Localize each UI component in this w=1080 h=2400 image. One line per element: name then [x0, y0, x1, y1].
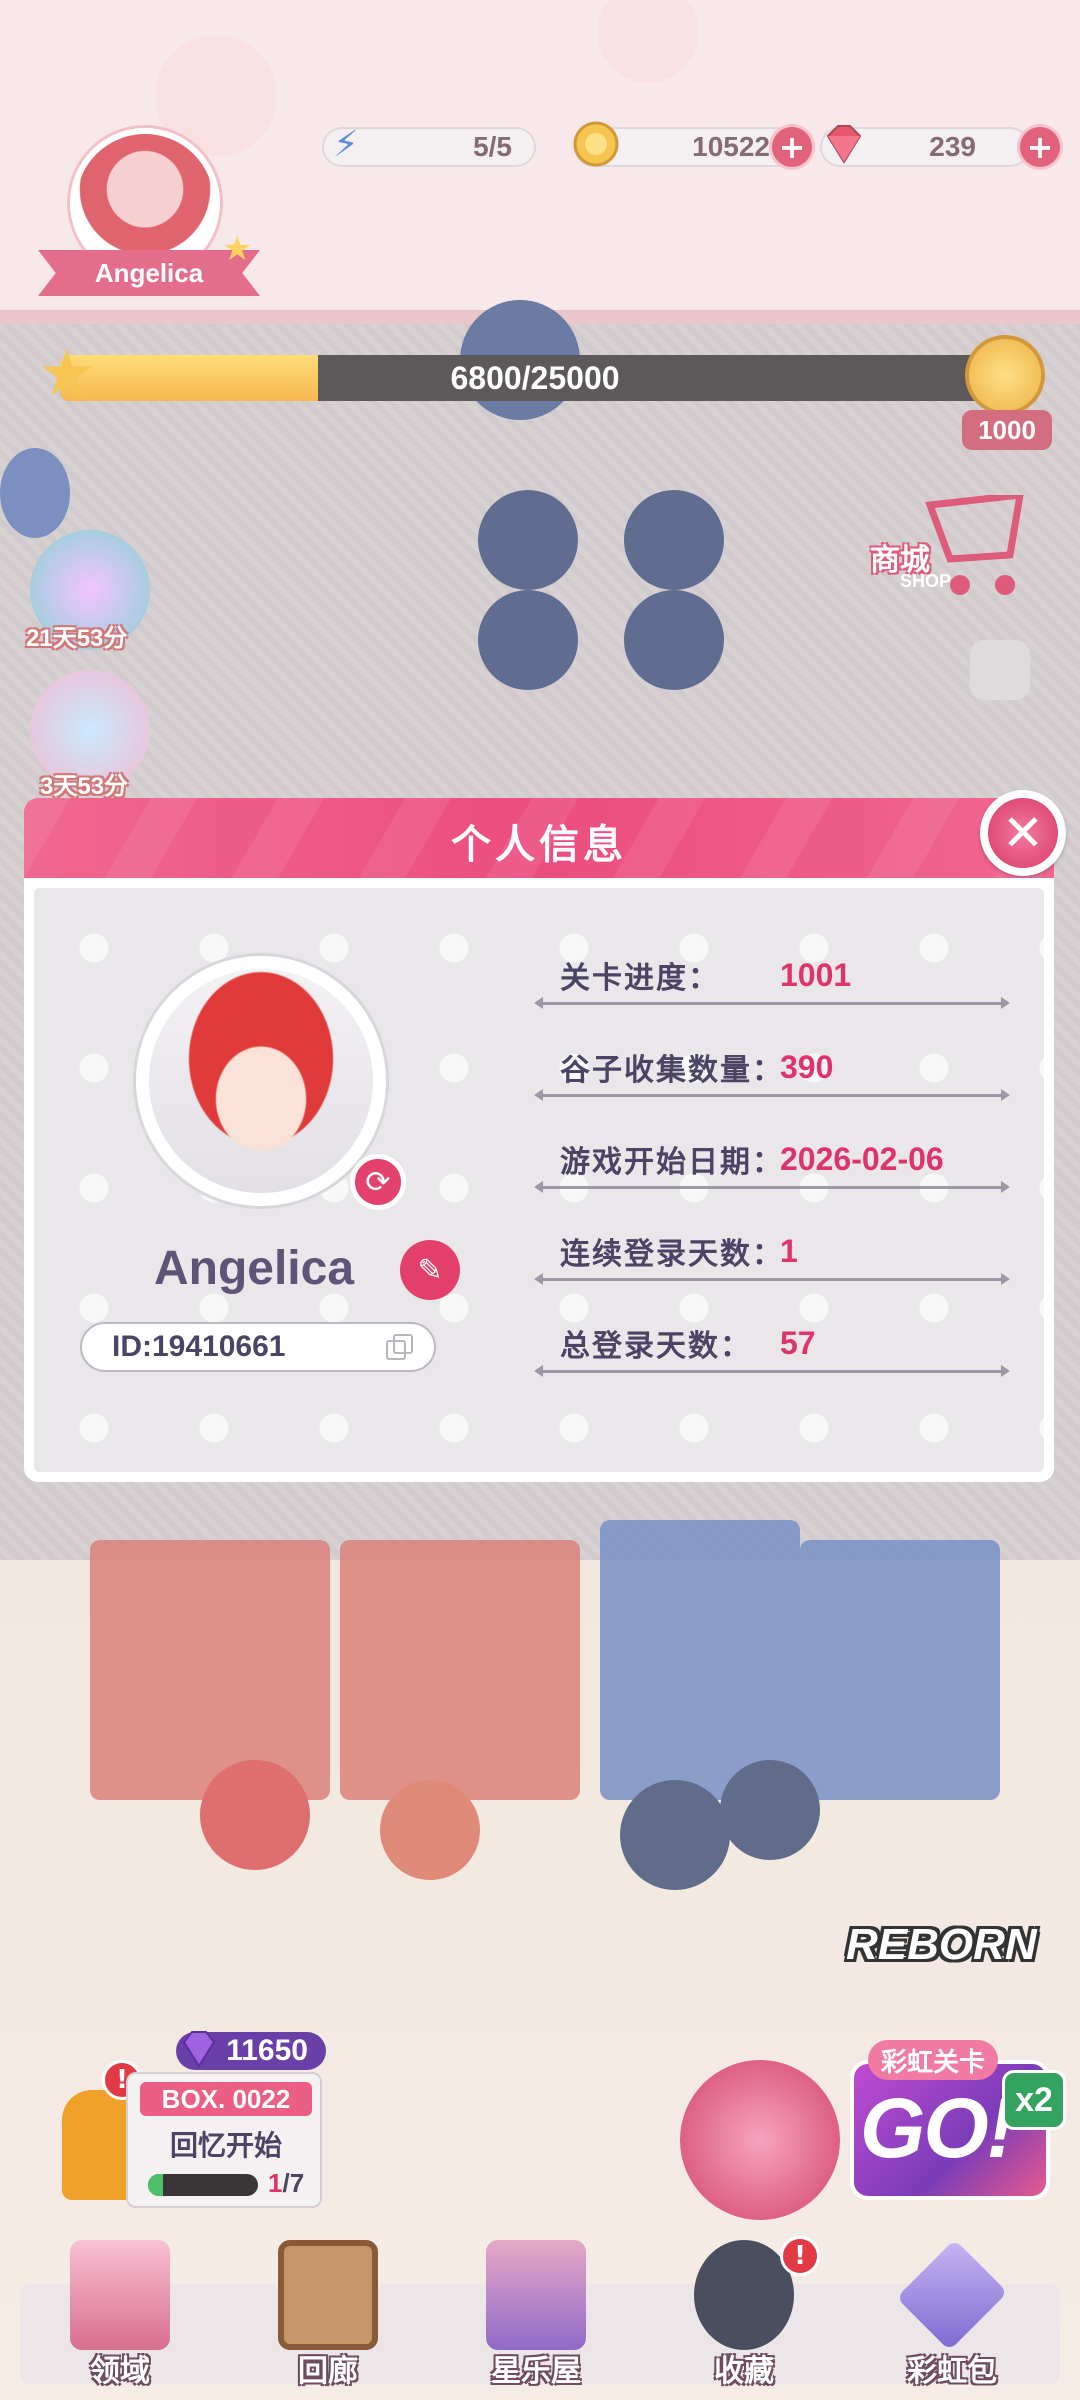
nav-item-star-house[interactable]: 星乐屋 [436, 2240, 636, 2390]
stat-divider [534, 1365, 1010, 1377]
avatar-image [149, 969, 373, 1193]
nav-label: 彩虹包 [907, 2354, 997, 2389]
player-id-text: ID:19410661 [112, 1330, 286, 1363]
star-icon [694, 2240, 794, 2350]
close-icon: ✕ [988, 798, 1058, 868]
stat-divider [534, 1089, 1010, 1101]
profile-avatar[interactable] [136, 956, 386, 1206]
nav-item-collection[interactable]: ! 收藏 [644, 2236, 844, 2390]
stat-label: 游戏开始日期： [560, 1145, 784, 1180]
box-title: BOX. 0022 [140, 2082, 312, 2116]
profile-dialog: 个人信息 ✕ ⟳ Angelica ✎ ID:19410661 关卡进度： 10… [24, 790, 1066, 1482]
rainbow-stage-label: 彩虹关卡 [868, 2040, 998, 2080]
stat-value: 2026-02-06 [780, 1140, 944, 1177]
change-avatar-button[interactable]: ⟳ [350, 1154, 406, 1210]
profile-name: Angelica [153, 1241, 355, 1295]
rainbow-stage-button[interactable]: 彩虹关卡 GO! x2 [650, 2020, 1066, 2220]
stat-value: 1001 [780, 956, 852, 993]
stat-row-start-date: 游戏开始日期： 2026-02-06 [524, 1134, 1010, 1194]
nav-label: 星乐屋 [491, 2354, 581, 2389]
copy-icon[interactable] [386, 1334, 413, 1360]
stat-value: 1 [780, 1232, 798, 1269]
box-count-current: 1 [268, 2168, 283, 2198]
box-icon [486, 2240, 586, 2350]
stat-row-total-login: 总登录天数： 57 [524, 1318, 1010, 1378]
nav-label: 领域 [90, 2354, 150, 2389]
box-gem-value: 11650 [226, 2034, 308, 2067]
stat-label: 谷子收集数量： [560, 1053, 784, 1088]
dialog-title: 个人信息 [451, 822, 627, 868]
stat-value: 390 [780, 1048, 834, 1085]
alert-icon: ! [780, 2236, 820, 2276]
domain-icon [70, 2240, 170, 2350]
box-count-total: /7 [282, 2168, 305, 2198]
event-character-icon [680, 2060, 840, 2220]
multiplier-badge: x2 [1002, 2070, 1066, 2130]
box-progress-fill [148, 2174, 164, 2196]
edit-name-button[interactable]: ✎ [400, 1240, 460, 1300]
box-subtitle: 回忆开始 [169, 2129, 282, 2162]
go-text: GO! [860, 2081, 1015, 2175]
purple-gem-icon [178, 2028, 220, 2070]
memory-box-card[interactable]: BOX. 0022 回忆开始 1/7 [126, 2072, 322, 2208]
rainbow-pack-icon [896, 2239, 1008, 2351]
nav-item-gallery[interactable]: 回廊 [228, 2240, 428, 2390]
box-progress-bar [148, 2174, 258, 2196]
stat-row-streak: 连续登录天数： 1 [524, 1226, 1010, 1286]
stat-label: 连续登录天数： [560, 1237, 784, 1272]
nav-item-rainbow-pack[interactable]: 彩虹包 [852, 2239, 1052, 2390]
close-button[interactable]: ✕ [980, 790, 1066, 876]
box-count: 1/7 [268, 2168, 304, 2199]
reborn-logo: REBORN [846, 1920, 1037, 1969]
pencil-icon: ✎ [417, 1252, 443, 1288]
nav-label: 回廊 [298, 2354, 358, 2389]
stat-value: 57 [780, 1324, 816, 1361]
frame-icon [278, 2240, 378, 2350]
stat-divider [534, 997, 1010, 1009]
stat-row-level: 关卡进度： 1001 [524, 950, 1010, 1010]
refresh-icon: ⟳ [365, 1164, 391, 1200]
stat-row-collection: 谷子收集数量： 390 [524, 1042, 1010, 1102]
player-id: ID:19410661 [80, 1322, 436, 1372]
stat-label: 总登录天数： [560, 1329, 752, 1364]
nav-item-domain[interactable]: 领域 [20, 2240, 220, 2390]
stat-divider [534, 1273, 1010, 1285]
nav-label: 收藏 [714, 2354, 774, 2389]
stat-label: 关卡进度： [560, 961, 720, 996]
stat-divider [534, 1181, 1010, 1193]
